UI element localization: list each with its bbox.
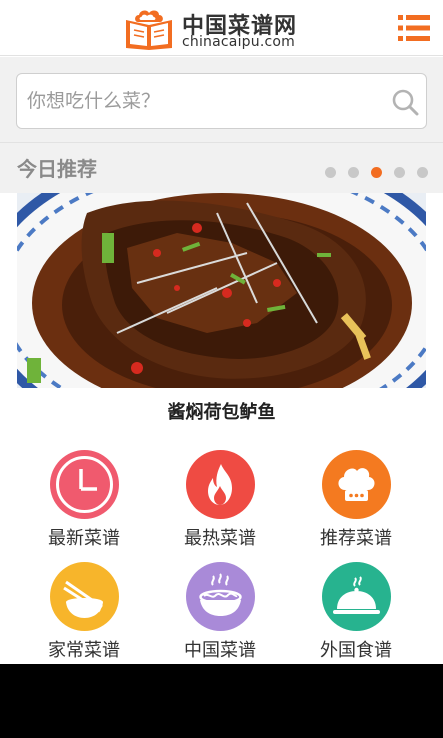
chef-book-logo-icon (126, 10, 172, 50)
latest-circle (50, 450, 119, 519)
category-label: 外国食谱 (320, 640, 392, 661)
flame-icon (208, 464, 232, 505)
today-recommend-header: 今日推荐 (0, 143, 443, 193)
carousel-dot-2[interactable] (348, 167, 359, 178)
category-label: 家常菜谱 (48, 640, 120, 661)
cloche-icon (333, 576, 380, 614)
category-home-recipes[interactable]: 家常菜谱 (34, 562, 134, 664)
hot-circle (186, 450, 255, 519)
category-label: 最热菜谱 (184, 528, 256, 549)
category-chinese-recipes[interactable]: 中国菜谱 (170, 562, 270, 664)
section-title: 今日推荐 (17, 157, 97, 181)
category-recommended-recipes[interactable]: 推荐菜谱 (306, 450, 406, 560)
top-header: 中国菜谱网 chinacaipu.com (0, 0, 443, 56)
foreign-circle (322, 562, 391, 631)
logo-subtitle: chinacaipu.com (182, 34, 295, 50)
category-latest-recipes[interactable]: 最新菜谱 (34, 450, 134, 560)
chinese-circle (186, 562, 255, 631)
search-icon[interactable] (391, 88, 419, 116)
carousel-dot-1[interactable] (325, 167, 336, 178)
bowl-chopsticks-icon (63, 580, 103, 618)
category-hot-recipes[interactable]: 最热菜谱 (170, 450, 270, 560)
search-box (16, 73, 427, 129)
home-circle (50, 562, 119, 631)
noodle-bowl-icon (199, 573, 242, 616)
dish-caption[interactable]: 酱焖荷包鲈鱼 (0, 398, 443, 424)
recommended-circle (322, 450, 391, 519)
category-foreign-recipes[interactable]: 外国食谱 (306, 562, 406, 664)
carousel-dot-3[interactable] (371, 167, 382, 178)
search-input[interactable] (27, 82, 377, 120)
fish-dish-photo (17, 193, 426, 388)
carousel-slide-image[interactable] (17, 193, 426, 388)
carousel-dot-4[interactable] (394, 167, 405, 178)
app-screen: 中国菜谱网 chinacaipu.com 今日推荐 (0, 0, 443, 664)
site-logo[interactable]: 中国菜谱网 chinacaipu.com (124, 8, 296, 50)
search-bar (0, 57, 443, 143)
category-label: 中国菜谱 (184, 640, 256, 661)
clock-icon (56, 456, 113, 513)
menu-list-icon[interactable] (398, 14, 430, 42)
chef-hat-icon (338, 468, 375, 501)
carousel-dot-5[interactable] (417, 167, 428, 178)
category-label: 最新菜谱 (48, 528, 120, 549)
category-label: 推荐菜谱 (320, 528, 392, 549)
